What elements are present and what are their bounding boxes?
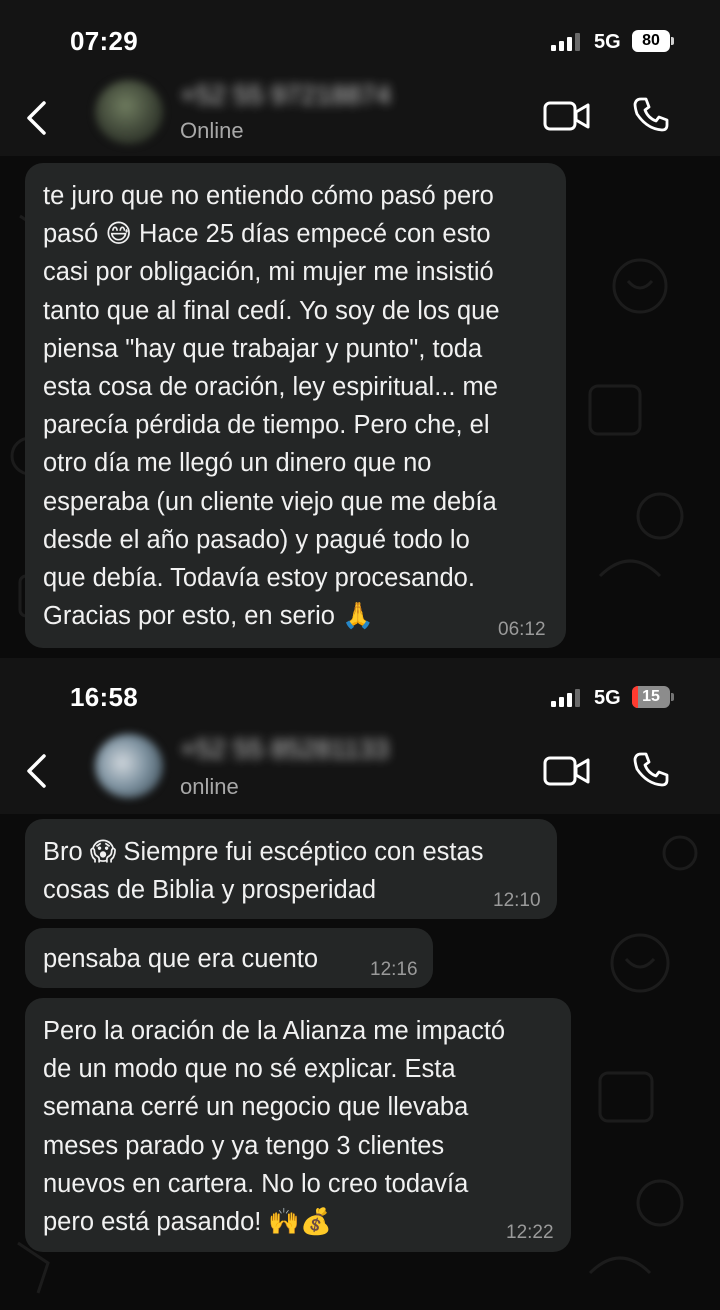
back-chevron-icon[interactable] [22,100,52,136]
video-call-icon[interactable] [543,754,591,788]
message-bubble[interactable]: Bro 😱 Siempre fui escéptico con estas co… [25,819,557,919]
chat-screenshot-2: 16:58 5G 15 +52 55 85281133 online Bro 😱… [0,658,720,1310]
battery-tip [671,37,674,45]
chat-screenshot-1: 07:29 5G 80 +52 55 97218874 Online te ju… [0,0,720,658]
signal-icon [551,33,583,51]
message-text: pensaba que era cuento [43,945,319,973]
presence-status: Online [180,118,244,143]
status-bar: 16:58 5G 15 [0,658,720,734]
network-type: 5G [594,31,621,53]
battery-tip [671,693,674,701]
message-time: 12:10 [493,890,541,911]
battery-icon: 15 [632,686,670,708]
phone-call-icon[interactable] [632,751,670,789]
message-text: te juro que no entiendo cómo pasó pero p… [43,182,500,631]
message-bubble[interactable]: te juro que no entiendo cómo pasó pero p… [25,163,566,648]
signal-icon [551,689,583,707]
video-call-icon[interactable] [543,99,591,133]
message-text: Pero la oración de la Alianza me impactó… [43,1017,506,1237]
message-time: 06:12 [498,619,546,640]
status-time: 16:58 [70,682,138,712]
message-text: Bro 😱 Siempre fui escéptico con estas co… [43,838,484,905]
status-bar: 07:29 5G 80 [0,0,720,84]
chat-header: +52 55 97218874 Online [0,80,720,156]
message-time: 12:16 [370,959,418,980]
phone-call-icon[interactable] [632,96,670,134]
chat-header: +52 55 85281133 online [0,734,720,814]
network-type: 5G [594,687,621,709]
battery-level: 80 [642,32,660,49]
status-time: 07:29 [70,26,138,56]
back-chevron-icon[interactable] [22,753,52,789]
avatar[interactable] [95,734,163,798]
message-bubble[interactable]: pensaba que era cuento 12:16 [25,928,433,988]
message-time: 12:22 [506,1222,554,1243]
avatar[interactable] [95,80,163,144]
battery-low-fill [632,686,638,708]
message-bubble[interactable]: Pero la oración de la Alianza me impactó… [25,998,571,1252]
contact-name[interactable]: +52 55 85281133 [180,734,389,765]
contact-name[interactable]: +52 55 97218874 [180,80,391,111]
presence-status: online [180,774,239,799]
battery-icon: 80 [632,30,670,52]
battery-level: 15 [642,688,660,705]
